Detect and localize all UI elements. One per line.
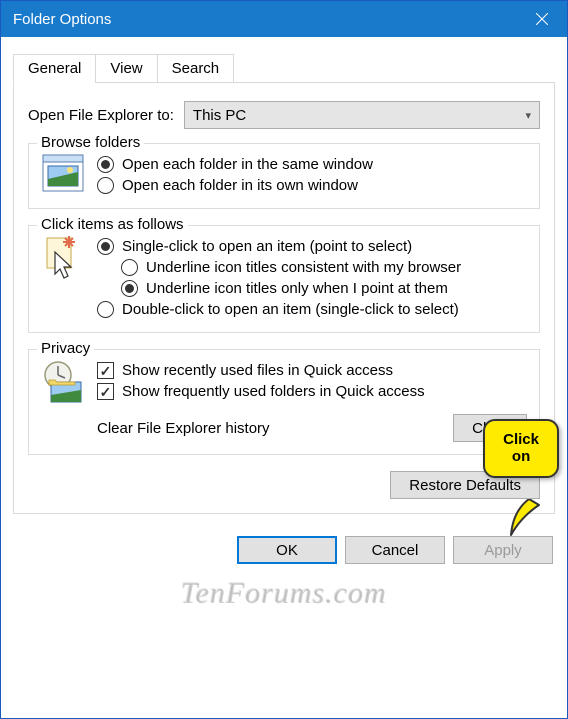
browse-folders-title: Browse folders	[37, 134, 144, 151]
click-items-group: Click items as follows	[28, 225, 540, 333]
ok-button[interactable]: OK	[237, 536, 337, 564]
open-explorer-label: Open File Explorer to:	[28, 107, 174, 124]
cancel-button[interactable]: Cancel	[345, 536, 445, 564]
radio-single-click[interactable]: Single-click to open an item (point to s…	[97, 236, 527, 257]
checkbox-recent-files[interactable]: Show recently used files in Quick access	[97, 360, 527, 381]
radio-underline-point[interactable]: Underline icon titles only when I point …	[121, 278, 527, 299]
radio-icon	[97, 301, 114, 318]
open-explorer-combo[interactable]: This PC ▾	[184, 101, 540, 129]
radio-icon	[97, 238, 114, 255]
open-explorer-value: This PC	[193, 107, 246, 124]
radio-icon	[121, 259, 138, 276]
checkbox-icon	[97, 362, 114, 379]
click-cursor-icon	[41, 236, 85, 280]
callout-annotation: Click on	[483, 419, 559, 478]
checkbox-icon	[97, 383, 114, 400]
content-area: General View Search Open File Explorer t…	[1, 37, 567, 526]
checkbox-frequent-folders[interactable]: Show frequently used folders in Quick ac…	[97, 381, 527, 402]
tabpanel-general: Open File Explorer to: This PC ▾ Browse …	[13, 83, 555, 514]
close-icon	[536, 13, 548, 25]
radio-own-window[interactable]: Open each folder in its own window	[97, 175, 527, 196]
radio-same-window[interactable]: Open each folder in the same window	[97, 154, 527, 175]
close-button[interactable]	[517, 1, 567, 37]
radio-double-click[interactable]: Double-click to open an item (single-cli…	[97, 299, 527, 320]
privacy-title: Privacy	[37, 340, 94, 357]
click-items-title: Click items as follows	[37, 216, 188, 233]
open-explorer-row: Open File Explorer to: This PC ▾	[28, 101, 540, 129]
clock-folder-icon	[41, 360, 85, 404]
folder-options-window: Folder Options General View Search Open …	[0, 0, 568, 719]
folder-window-icon	[41, 154, 85, 192]
watermark: TenForums.com	[1, 577, 567, 611]
tab-view[interactable]: View	[95, 54, 157, 83]
radio-icon	[97, 156, 114, 173]
chevron-down-icon: ▾	[525, 109, 531, 122]
privacy-group: Privacy	[28, 349, 540, 455]
clear-history-label: Clear File Explorer history	[97, 420, 270, 437]
apply-button[interactable]: Apply	[453, 536, 553, 564]
radio-icon	[97, 177, 114, 194]
radio-underline-browser[interactable]: Underline icon titles consistent with my…	[121, 257, 527, 278]
titlebar: Folder Options	[1, 1, 567, 37]
tab-search[interactable]: Search	[157, 54, 235, 83]
browse-folders-group: Browse folders	[28, 143, 540, 209]
dialog-footer: OK Cancel Apply	[1, 526, 567, 578]
radio-icon	[121, 280, 138, 297]
window-title: Folder Options	[13, 11, 111, 28]
tab-general[interactable]: General	[13, 54, 96, 83]
tabstrip: General View Search	[13, 53, 555, 83]
